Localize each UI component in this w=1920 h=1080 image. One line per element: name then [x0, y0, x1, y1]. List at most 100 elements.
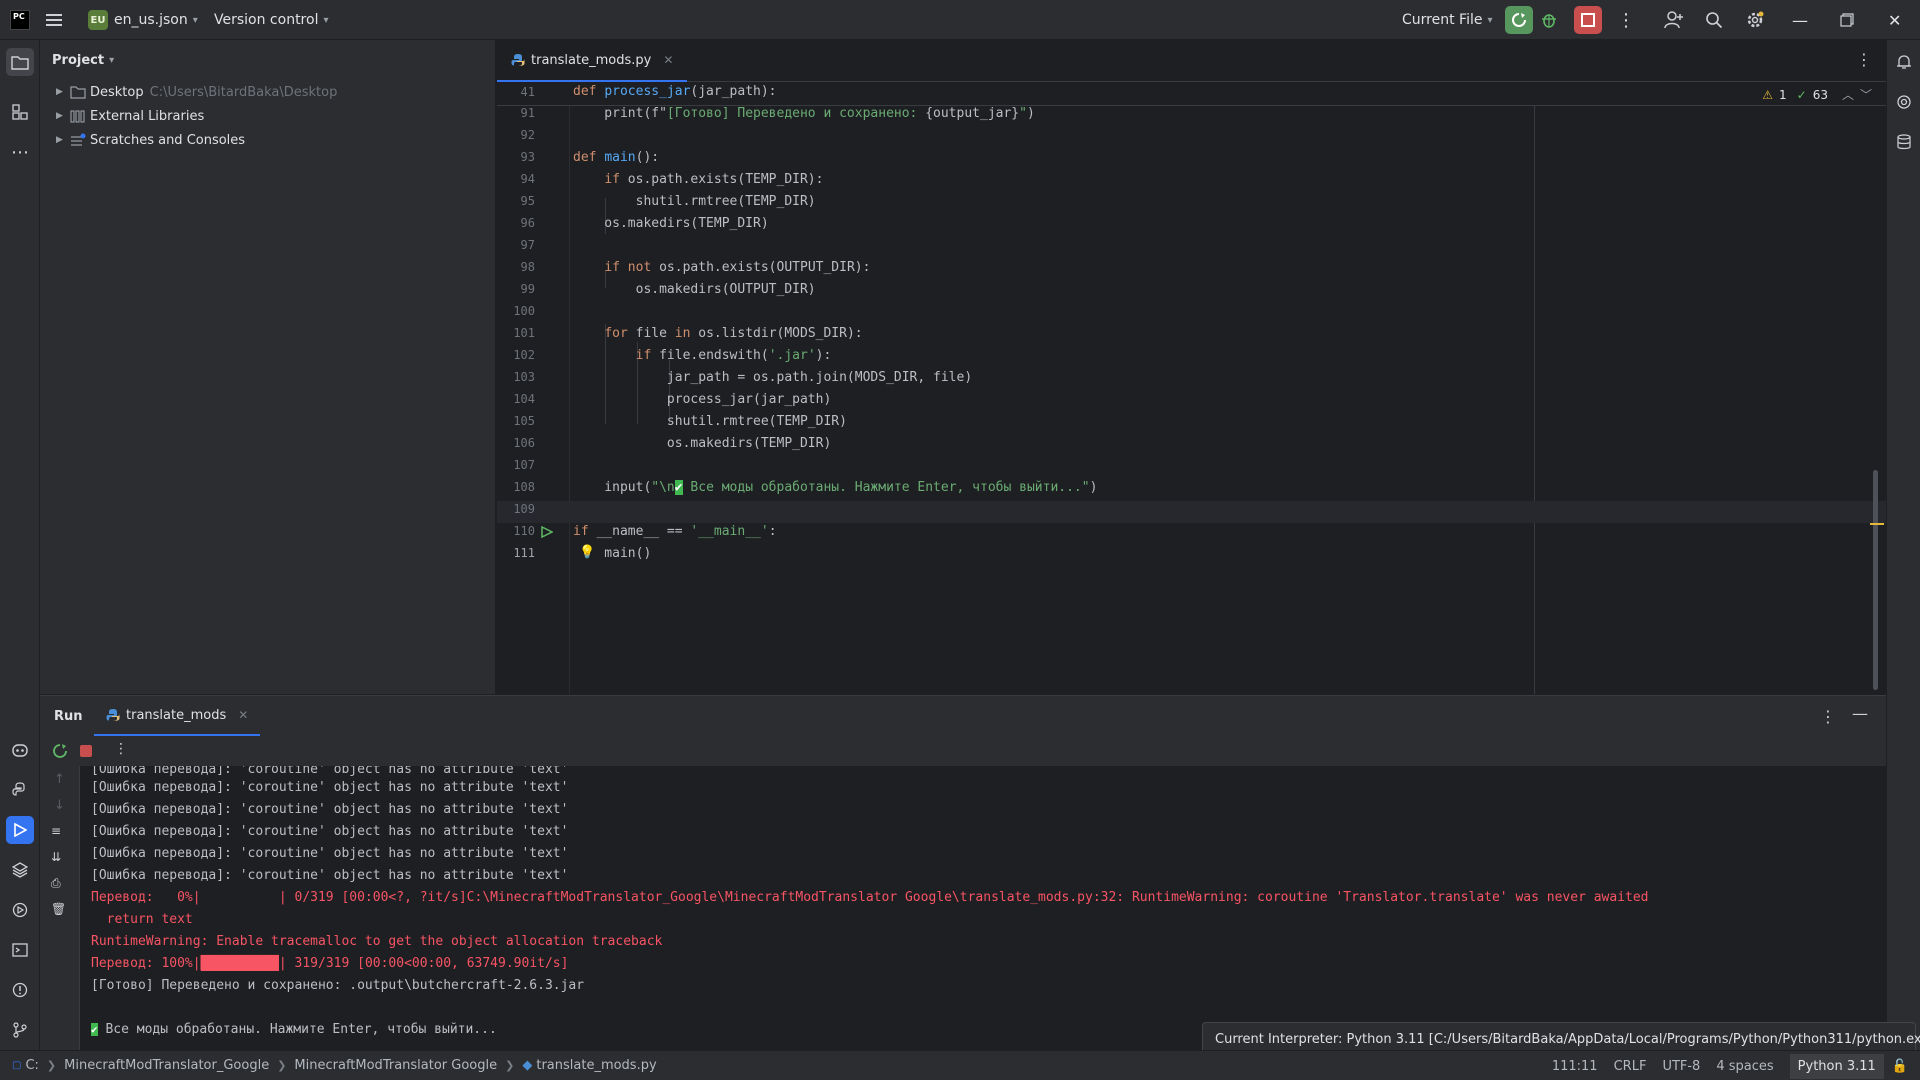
- project-panel-header[interactable]: Project ▾: [40, 40, 495, 80]
- breadcrumb-item[interactable]: MinecraftModTranslator Google: [294, 1058, 497, 1073]
- chevron-right-icon: ▶: [56, 135, 63, 145]
- run-gutter-icon[interactable]: [541, 525, 554, 542]
- vcs-label: Version control: [214, 12, 319, 28]
- chevron-right-icon: ❯: [46, 1059, 57, 1072]
- run-more-icon[interactable]: ⋮: [114, 741, 128, 757]
- ai-assistant-icon[interactable]: [1890, 88, 1918, 116]
- rerun-icon[interactable]: [52, 743, 68, 763]
- lightbulb-icon[interactable]: 💡: [579, 545, 595, 560]
- right-margin-guide: [1534, 82, 1535, 694]
- stop-icon[interactable]: [80, 745, 92, 757]
- caret-position[interactable]: 111:11: [1552, 1059, 1598, 1074]
- arrow-up-icon[interactable]: ↑: [54, 772, 65, 787]
- structure-tool-icon[interactable]: [6, 98, 34, 126]
- gear-icon: [1747, 11, 1764, 28]
- chevron-down-icon: ▾: [323, 14, 329, 26]
- indent-setting[interactable]: 4 spaces: [1716, 1059, 1773, 1074]
- tree-item-scratches[interactable]: ▶ Scratches and Consoles: [40, 128, 495, 152]
- right-tool-strip: [1886, 40, 1920, 1050]
- project-tool-icon[interactable]: [6, 48, 34, 76]
- code-area[interactable]: 90 91 92 93 94 95 96 97 98 99 100 101 10…: [497, 82, 1886, 694]
- line-number: 94: [520, 172, 535, 186]
- hide-panel-icon[interactable]: —: [1852, 704, 1868, 723]
- breadcrumb-item[interactable]: translate_mods.py: [536, 1058, 656, 1073]
- notifications-bell-icon[interactable]: [1890, 48, 1918, 76]
- drive-icon: ▢: [12, 1060, 22, 1071]
- warning-count: 1: [1778, 87, 1787, 102]
- close-tab-icon[interactable]: ✕: [238, 708, 248, 722]
- tab-translate-mods-run[interactable]: translate_mods ✕: [94, 696, 261, 736]
- code-line-102: if file.endswith('.jar'):: [635, 348, 832, 363]
- line-number: 111: [513, 546, 535, 560]
- code-line-98: if not os.path.exists(OUTPUT_DIR):: [604, 260, 871, 275]
- python-packages-icon[interactable]: [6, 776, 34, 804]
- restore-icon[interactable]: [1840, 0, 1854, 40]
- editor-more-icon[interactable]: ⋮: [1856, 50, 1872, 69]
- arrow-down-icon[interactable]: ↓: [54, 798, 65, 813]
- breadcrumb-item[interactable]: MinecraftModTranslator_Google: [64, 1058, 269, 1073]
- tree-item-external-libraries[interactable]: ▶ External Libraries: [40, 104, 495, 128]
- layers-icon[interactable]: [6, 856, 34, 884]
- database-icon[interactable]: [1890, 128, 1918, 156]
- terminal-icon[interactable]: [6, 936, 34, 964]
- interpreter-widget[interactable]: Python 3.11: [1789, 1053, 1884, 1079]
- run-panel-more-icon[interactable]: ⋮: [1820, 707, 1836, 726]
- soft-wrap-icon[interactable]: ≡: [51, 824, 61, 838]
- rerun-button[interactable]: [1505, 0, 1533, 40]
- problems-icon[interactable]: [6, 976, 34, 1004]
- line-number: 99: [520, 282, 535, 296]
- debug-button[interactable]: [1540, 0, 1558, 40]
- code-line-95: shutil.rmtree(TEMP_DIR): [573, 194, 816, 209]
- editor-scrollbar[interactable]: [1873, 470, 1878, 690]
- more-actions-icon[interactable]: ⋮: [1617, 0, 1635, 40]
- git-branch-icon[interactable]: [6, 1016, 34, 1044]
- minimize-icon[interactable]: —: [1792, 0, 1808, 40]
- console-line-error: return text: [91, 912, 193, 927]
- run-tool-icon[interactable]: [6, 816, 34, 844]
- code-with-me-button[interactable]: [1664, 0, 1684, 40]
- chevron-up-icon[interactable]: ︿: [1842, 86, 1854, 103]
- copilot-icon[interactable]: [6, 736, 34, 764]
- main-menu-button[interactable]: [46, 0, 64, 40]
- console-output[interactable]: [Ошибка перевода]: 'coroutine' object ha…: [80, 766, 1886, 1051]
- project-panel: Project ▾ ▶ Desktop C:\Users\BitardBaka\…: [40, 40, 496, 694]
- search-button[interactable]: [1705, 0, 1723, 40]
- sticky-scope-header[interactable]: 41 def process_jar(jar_path): ⚠ 1 ✓ 63 ︿…: [497, 82, 1886, 106]
- trash-icon[interactable]: 🗑: [51, 902, 66, 916]
- file-encoding[interactable]: UTF-8: [1662, 1059, 1700, 1074]
- code-line-104: process_jar(jar_path): [573, 392, 832, 407]
- vcs-menu[interactable]: Version control ▾: [214, 0, 329, 40]
- project-file-label: en_us.json: [114, 12, 188, 28]
- services-icon[interactable]: [6, 896, 34, 924]
- python-run-icon: [106, 709, 120, 721]
- settings-button[interactable]: [1745, 0, 1765, 40]
- status-bar-right: 111:11 CRLF UTF-8 4 spaces Python 3.11 🔓: [1552, 1051, 1920, 1080]
- tree-item-desktop[interactable]: ▶ Desktop C:\Users\BitardBaka\Desktop: [40, 80, 495, 104]
- python-file-icon: [511, 54, 525, 66]
- inspections-widget[interactable]: ⚠ 1 ✓ 63 ︿ ﹀: [1762, 86, 1872, 103]
- close-tab-icon[interactable]: ✕: [663, 53, 673, 67]
- check-icon: ✓: [1796, 87, 1807, 102]
- line-number: 109: [513, 502, 535, 516]
- stop-icon: [1574, 6, 1602, 34]
- print-icon[interactable]: ⎙: [51, 876, 61, 891]
- tree-item-label: Desktop: [90, 84, 144, 100]
- chevron-down-icon: ▾: [1487, 14, 1493, 26]
- scroll-to-end-icon[interactable]: ⇊: [51, 850, 61, 864]
- lock-icon[interactable]: 🔓: [1892, 1059, 1908, 1074]
- tab-translate-mods-py[interactable]: translate_mods.py ✕: [497, 40, 688, 82]
- line-number: 98: [520, 260, 535, 274]
- chevron-down-icon[interactable]: ﹀: [1860, 86, 1872, 103]
- tree-item-path: C:\Users\BitardBaka\Desktop: [149, 84, 338, 100]
- more-tools-icon[interactable]: ⋯: [6, 138, 34, 166]
- project-switcher[interactable]: EU en_us.json ▾: [88, 0, 198, 40]
- close-window-icon[interactable]: ✕: [1888, 0, 1901, 40]
- breadcrumb-item[interactable]: C:: [25, 1058, 38, 1073]
- console-line-error: Перевод: 0%| | 0/319 [00:00<?, ?it/s]C:\…: [91, 890, 1649, 905]
- run-config-selector[interactable]: Current File ▾: [1402, 0, 1493, 40]
- warning-marker[interactable]: [1870, 523, 1884, 525]
- project-badge: EU: [88, 10, 108, 30]
- line-separator[interactable]: CRLF: [1614, 1059, 1647, 1074]
- console-line: [Ошибка перевода]: 'coroutine' object ha…: [91, 766, 569, 777]
- stop-button[interactable]: [1574, 0, 1602, 40]
